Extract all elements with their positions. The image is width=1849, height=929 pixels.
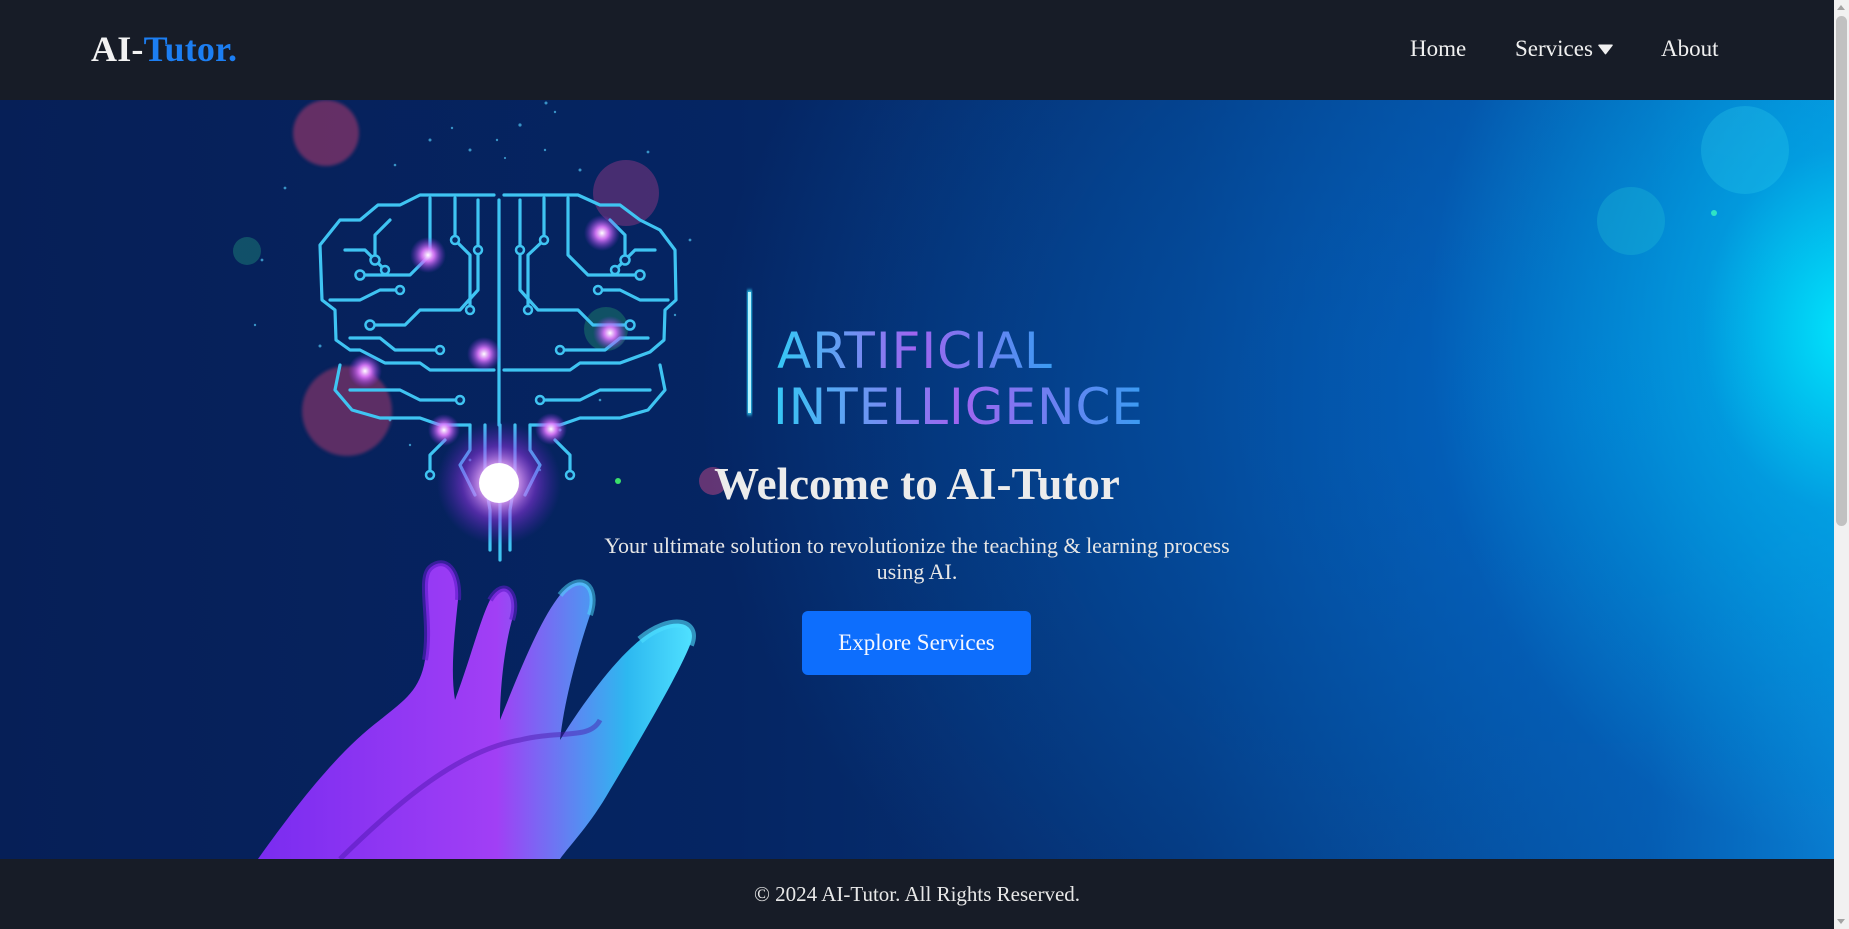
brand-accent: Tutor. — [143, 29, 238, 69]
vertical-scrollbar[interactable] — [1834, 0, 1849, 929]
nav-services-label: Services — [1515, 36, 1593, 61]
navbar: AI-Tutor. Home Services About — [0, 0, 1834, 100]
footer: © 2024 AI-Tutor. All Rights Reserved. — [0, 859, 1834, 929]
hero-subtitle: Your ultimate solution to revolutionize … — [604, 533, 1230, 584]
brand-logo[interactable]: AI-Tutor. — [91, 28, 237, 70]
scroll-down-arrow-icon[interactable] — [1837, 919, 1845, 924]
hero-title: Welcome to AI-Tutor — [714, 459, 1120, 509]
caret-down-icon — [1598, 44, 1613, 55]
page: AI-Tutor. Home Services About ARTIFICIAL… — [0, 0, 1849, 929]
nav-services-dropdown[interactable]: Services — [1515, 36, 1613, 62]
brand-prefix: AI- — [91, 29, 144, 69]
nav-home-link[interactable]: Home — [1410, 36, 1466, 62]
hero-section: ARTIFICIAL INTELLIGENCE Welcome to AI-Tu… — [0, 100, 1834, 859]
explore-services-button[interactable]: Explore Services — [802, 611, 1031, 675]
scroll-up-arrow-icon[interactable] — [1837, 5, 1845, 10]
nav-about-link[interactable]: About — [1661, 36, 1719, 62]
hero-content: Welcome to AI-Tutor Your ultimate soluti… — [0, 100, 1834, 859]
footer-copyright: © 2024 AI-Tutor. All Rights Reserved. — [753, 882, 1081, 906]
scrollbar-thumb[interactable] — [1836, 16, 1847, 526]
